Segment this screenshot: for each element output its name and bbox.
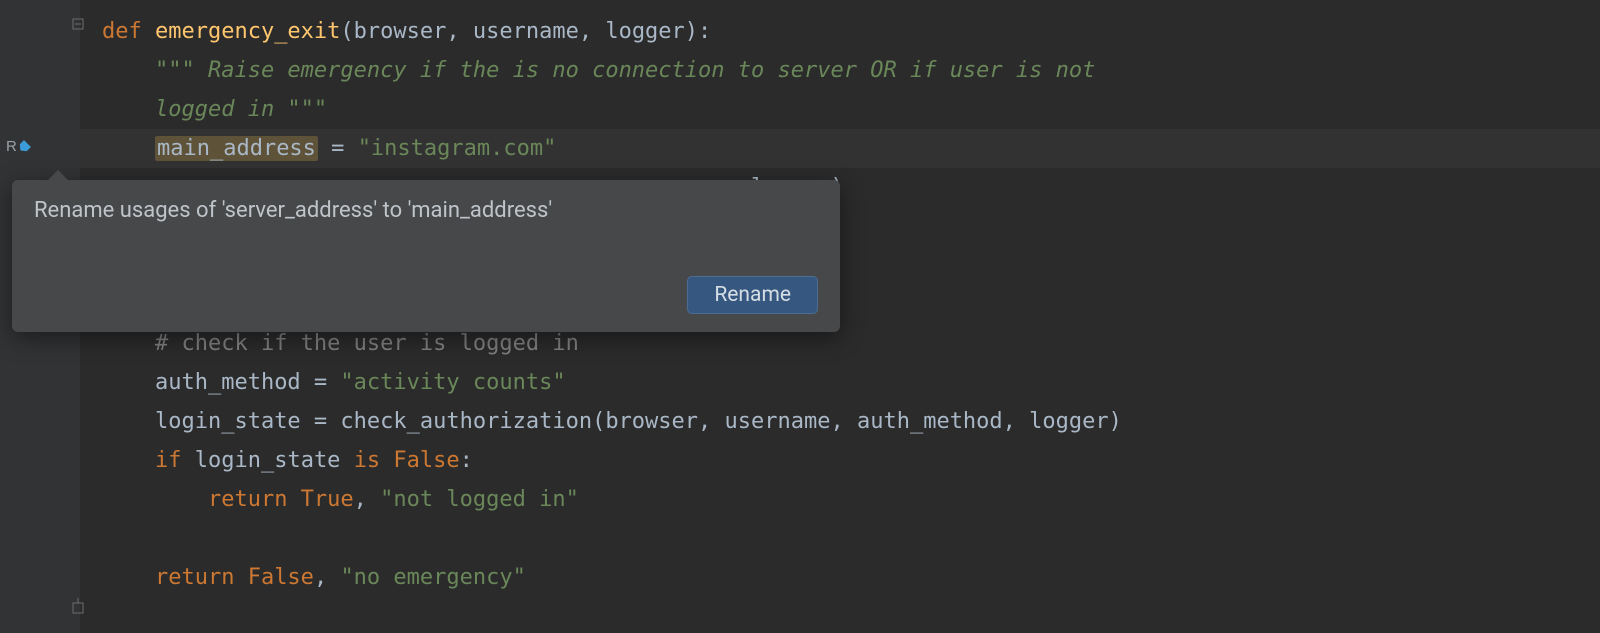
rename-popup-message: Rename usages of 'server_address' to 'ma… (34, 198, 818, 223)
code-line[interactable]: login_state = check_authorization(browse… (80, 402, 1600, 441)
code-line[interactable] (80, 519, 1600, 558)
docstring: logged in """ (155, 97, 327, 122)
params: (browser, username, logger): (340, 19, 711, 44)
keyword-def: def (102, 19, 155, 44)
code-line[interactable]: auth_method = "activity counts" (80, 363, 1600, 402)
code-text: , (314, 565, 341, 590)
string-literal: "activity counts" (340, 370, 565, 395)
variable-rename-target[interactable]: main_address (155, 136, 318, 161)
keyword-if: if (155, 448, 195, 473)
string-literal: "not logged in" (380, 487, 579, 512)
code-text: auth_method = (155, 370, 340, 395)
code-line[interactable]: return False, "no emergency" (80, 558, 1600, 597)
code-line[interactable]: """ Raise emergency if the is no connect… (80, 51, 1600, 90)
keyword-is-false: is False (354, 448, 460, 473)
code-text: : (460, 448, 473, 473)
rename-button[interactable]: Rename (687, 276, 818, 314)
fold-handle-end-icon[interactable] (70, 598, 86, 614)
code-text: login_state = check_authorization(browse… (155, 409, 1122, 434)
popup-button-row: Rename (687, 276, 818, 314)
string-literal: "instagram.com" (358, 136, 557, 161)
code-line[interactable]: return True, "not logged in" (80, 480, 1600, 519)
rename-popup: Rename usages of 'server_address' to 'ma… (12, 180, 840, 332)
code-line[interactable]: def emergency_exit(browser, username, lo… (80, 12, 1600, 51)
pencil-icon (17, 139, 31, 153)
code-line[interactable]: if login_state is False: (80, 441, 1600, 480)
code-line-highlight[interactable]: main_address = "instagram.com" (80, 129, 1600, 168)
rename-gutter-label: R (6, 138, 17, 155)
string-literal: "no emergency" (340, 565, 525, 590)
code-text: = (318, 136, 358, 161)
keyword-return: return False (155, 565, 314, 590)
code-text: login_state (195, 448, 354, 473)
comment: # check if the user is logged in (155, 331, 579, 356)
docstring: """ Raise emergency if the is no connect… (155, 58, 1095, 83)
code-text: , (354, 487, 381, 512)
function-name: emergency_exit (155, 19, 340, 44)
rename-gutter-marker[interactable]: R (6, 138, 29, 155)
code-line[interactable]: logged in """ (80, 90, 1600, 129)
keyword-return: return True (208, 487, 354, 512)
